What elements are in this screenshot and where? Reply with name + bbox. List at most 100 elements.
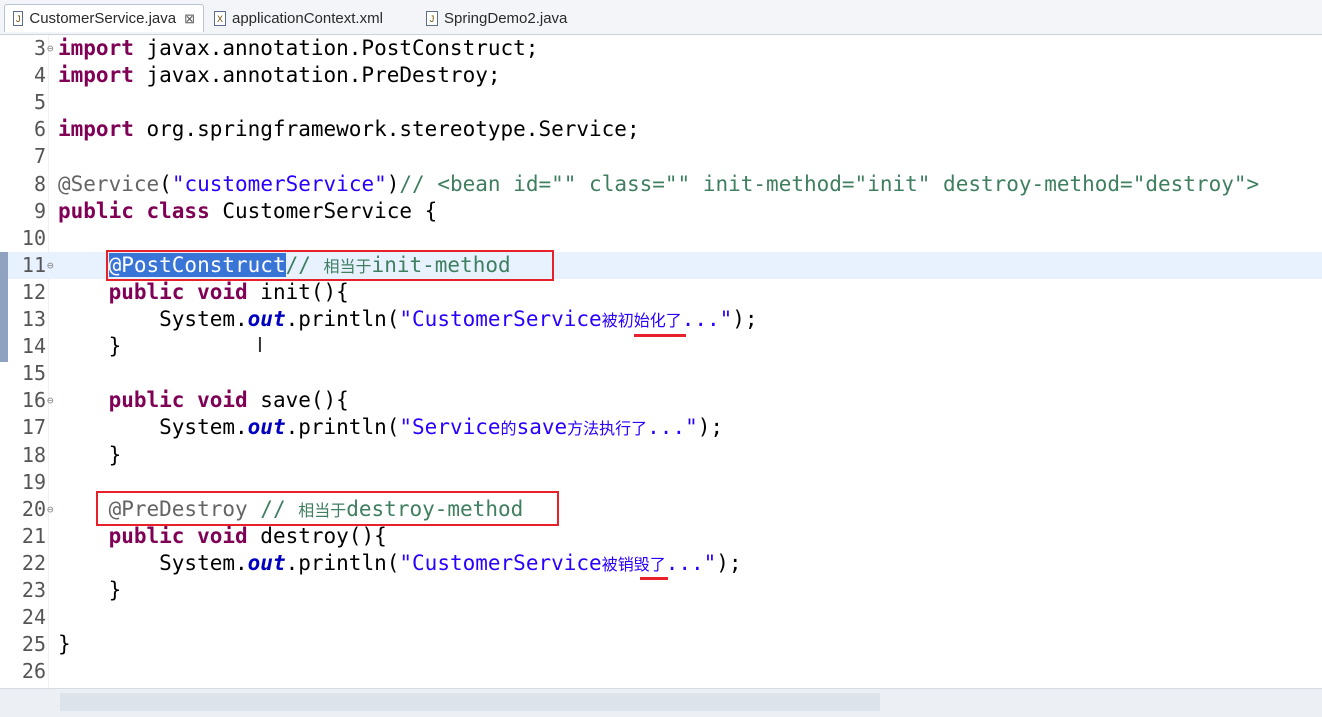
code-line[interactable]: 3 ⊖ import javax.annotation.PostConstruct;	[0, 35, 1322, 62]
java-file-icon: J	[426, 10, 438, 26]
code-token: public void	[108, 523, 248, 548]
code-text: import javax.annotation.PreDestroy;	[58, 62, 501, 89]
code-token: )	[386, 171, 400, 196]
code-line[interactable]: 8 @Service("customerService")// <bean id=…	[0, 171, 1322, 198]
code-token: }	[58, 578, 122, 602]
code-line[interactable]: 16 ⊖ public void save(){	[0, 387, 1322, 414]
scrollbar-thumb[interactable]	[60, 693, 880, 711]
code-line[interactable]: 14 }	[0, 333, 1322, 360]
code-token: @Service	[58, 171, 160, 196]
close-tab-icon[interactable]: ⊠	[184, 11, 195, 27]
line-number: 20	[21, 496, 46, 521]
code-text: public void destroy(){	[58, 523, 387, 550]
tab-customerservice-java[interactable]: J CustomerService.java ⊠	[4, 4, 204, 32]
text-cursor-icon: I	[257, 333, 263, 357]
code-token: out	[247, 415, 286, 440]
code-token: ..."	[681, 307, 733, 331]
code-line[interactable]: 23 }	[0, 577, 1322, 604]
code-line[interactable]: 4 import javax.annotation.PreDestroy;	[0, 62, 1322, 89]
line-number: 22	[21, 550, 46, 575]
code-line[interactable]: 13 System.out.println("CustomerService被初…	[0, 306, 1322, 333]
horizontal-scrollbar[interactable]	[0, 688, 1322, 717]
line-number: 23	[21, 578, 46, 602]
line-number: 10	[21, 225, 46, 250]
fold-toggle-icon[interactable]: ⊖	[47, 496, 54, 523]
code-token: 被销毁了	[601, 554, 666, 574]
code-line[interactable]: 5	[0, 89, 1322, 116]
code-token: System.	[58, 550, 248, 575]
code-line[interactable]: 10	[0, 225, 1322, 252]
line-number: 21	[21, 523, 46, 548]
code-text: System.out.println("Service的save方法执行了...…	[58, 414, 723, 442]
editor-tab-bar: J CustomerService.java ⊠ X applicationCo…	[0, 0, 1322, 35]
code-line[interactable]: 17 System.out.println("Service的save方法执行了…	[0, 414, 1322, 441]
code-token: "customerService"	[171, 171, 387, 196]
code-text: import org.springframework.stereotype.Se…	[58, 116, 640, 143]
code-text: import javax.annotation.PostConstruct;	[58, 35, 538, 62]
code-line[interactable]: 24	[0, 604, 1322, 631]
code-line[interactable]: 7	[0, 143, 1322, 170]
code-token: "CustomerService	[399, 550, 602, 575]
annotation-highlight-box-postconstruct	[106, 250, 554, 281]
annotation-highlight-box-predestroy	[96, 491, 559, 526]
code-token: destroy(){	[247, 523, 387, 548]
code-token: ..."	[665, 550, 717, 575]
code-token: import	[58, 36, 134, 60]
code-text: }	[58, 333, 122, 360]
code-token: init(){	[247, 279, 349, 304]
code-line[interactable]: 22 System.out.println("CustomerService被销…	[0, 550, 1322, 577]
line-number: 26	[21, 659, 46, 684]
fold-toggle-icon[interactable]: ⊖	[47, 252, 54, 279]
code-text: }	[58, 631, 71, 658]
fold-toggle-icon[interactable]: ⊖	[47, 35, 54, 62]
code-line[interactable]: 12 public void init(){	[0, 279, 1322, 306]
code-line[interactable]: 18 }	[0, 442, 1322, 469]
code-token: .println(	[285, 550, 400, 575]
underline-markup-init	[634, 334, 686, 337]
code-token: save	[516, 415, 568, 440]
fold-toggle-icon[interactable]: ⊖	[47, 387, 54, 414]
code-line[interactable]: 21 public void destroy(){	[0, 523, 1322, 550]
code-token: public void	[108, 388, 248, 413]
code-token: System.	[58, 307, 248, 331]
line-number: 17	[21, 415, 46, 440]
line-number: 5	[33, 90, 46, 115]
code-token: );	[732, 307, 758, 331]
code-token: // <bean id="" class="" init-method="ini…	[399, 171, 1260, 196]
line-number: 7	[33, 144, 46, 169]
code-token: .println(	[285, 415, 400, 440]
code-line[interactable]: 25}	[0, 631, 1322, 658]
tab-springdemo2-java[interactable]: J SpringDemo2.java	[418, 4, 598, 32]
code-token: );	[697, 415, 724, 440]
code-line[interactable]: 26	[0, 658, 1322, 685]
code-text: public void save(){	[58, 387, 349, 414]
code-line[interactable]: 15	[0, 360, 1322, 387]
code-token: "CustomerService	[399, 307, 602, 331]
line-number: 3	[33, 36, 46, 60]
code-line[interactable]: 9 public class CustomerService {	[0, 198, 1322, 225]
code-token: .println(	[285, 307, 400, 331]
line-number: 6	[33, 117, 46, 142]
code-token: public class	[58, 198, 210, 223]
xml-file-icon: X	[214, 10, 226, 26]
code-token: 的	[500, 419, 517, 439]
code-token: (	[159, 171, 172, 196]
code-text: }	[58, 442, 122, 469]
code-text: public class CustomerService {	[58, 198, 437, 225]
code-text: }	[58, 577, 122, 604]
code-token: save(){	[247, 388, 349, 413]
code-token: CustomerService {	[209, 198, 438, 223]
tab-applicationcontext-xml[interactable]: X applicationContext.xml	[206, 4, 416, 32]
code-text: @Service("customerService")// <bean id="…	[58, 171, 1259, 198]
line-number: 25	[21, 632, 46, 657]
code-token: public void	[108, 279, 248, 304]
line-number: 4	[33, 63, 46, 88]
code-line[interactable]: 6 import org.springframework.stereotype.S…	[0, 116, 1322, 143]
tab-label: CustomerService.java	[29, 10, 177, 27]
change-ruler-marker	[0, 252, 8, 362]
code-token: out	[247, 307, 286, 331]
tab-label: applicationContext.xml	[232, 9, 383, 27]
code-token: import	[58, 117, 134, 142]
